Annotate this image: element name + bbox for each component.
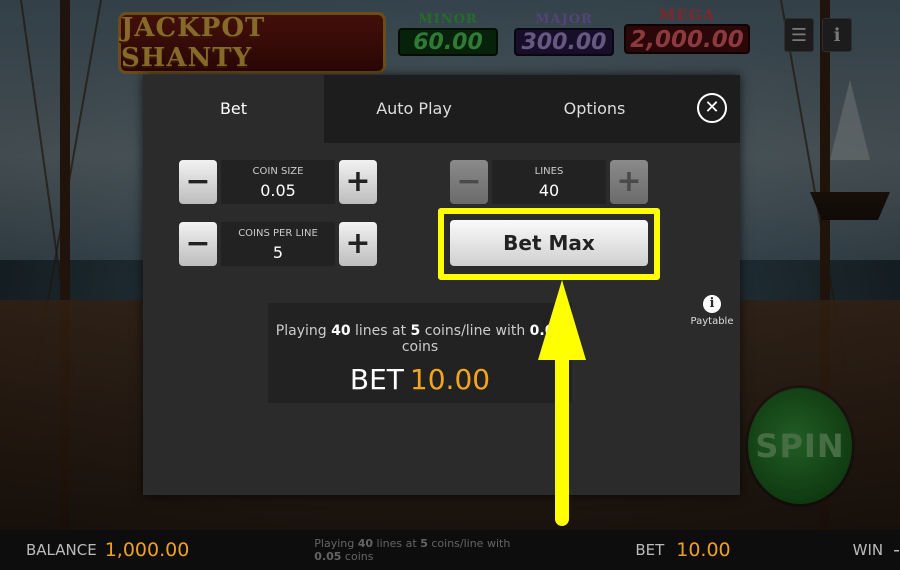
- paytable-button[interactable]: i Paytable: [689, 295, 735, 327]
- coins-per-line-display: COINS PER LINE 5: [221, 222, 335, 266]
- playing-info: Playing 40 lines at 5 coins/line with 0.…: [314, 537, 535, 563]
- bet-max-label: Bet Max: [503, 231, 595, 255]
- summary-prefix: Playing: [275, 323, 332, 339]
- bet-summary: Playing 40 lines at 5 coins/line with 0.…: [268, 303, 572, 403]
- bet-total: BET 10.00: [268, 363, 572, 396]
- summary-suffix: coins: [401, 339, 439, 355]
- bet-label: BET: [635, 541, 665, 559]
- plus-icon: +: [616, 164, 642, 199]
- balance-amount: 1,000.00: [104, 539, 190, 561]
- summary-mid1: lines at: [350, 323, 411, 339]
- lines-decrease-button[interactable]: −: [450, 160, 488, 204]
- coin-size-value: 0.05: [260, 181, 296, 200]
- playing-prefix: Playing: [314, 537, 358, 550]
- coins-per-line-label: COINS PER LINE: [238, 228, 318, 239]
- balance-label: BALANCE: [26, 541, 97, 559]
- close-dialog-button[interactable]: ✕: [697, 93, 727, 123]
- bet-settings-dialog: Bet Auto Play Options ✕ − COIN SIZE 0.05…: [143, 75, 740, 495]
- win-amount: -: [893, 539, 900, 561]
- tab-bet[interactable]: Bet: [143, 75, 324, 143]
- coin-size-label: COIN SIZE: [252, 166, 304, 177]
- bet-total-amount: 10.00: [409, 363, 491, 396]
- annotation-arrow-shaft: [555, 340, 569, 526]
- tab-options[interactable]: Options: [504, 75, 685, 143]
- coin-size-display: COIN SIZE 0.05: [221, 160, 335, 204]
- minus-icon: −: [185, 164, 211, 199]
- coin-size-increase-button[interactable]: +: [339, 160, 377, 204]
- plus-icon: +: [345, 164, 371, 199]
- win-label: WIN: [852, 541, 884, 559]
- summary-coins: 5: [410, 323, 421, 339]
- lines-label: LINES: [534, 166, 564, 177]
- minus-icon: −: [456, 164, 482, 199]
- playing-size: 0.05: [314, 550, 342, 563]
- plus-icon: +: [345, 226, 371, 261]
- playing-coins: 5: [420, 537, 428, 550]
- dialog-tabs: Bet Auto Play Options: [143, 75, 740, 143]
- playing-mid1: lines at: [373, 537, 421, 550]
- playing-suffix: coins: [341, 550, 374, 563]
- tab-auto-play[interactable]: Auto Play: [324, 75, 504, 143]
- lines-value: 40: [538, 181, 560, 200]
- coins-per-line-decrease-button[interactable]: −: [179, 222, 217, 266]
- summary-lines: 40: [331, 323, 351, 339]
- bet-amount: 10.00: [676, 539, 731, 561]
- coins-per-line-value: 5: [272, 243, 284, 262]
- info-circle-icon: i: [703, 295, 721, 313]
- coin-size-decrease-button[interactable]: −: [179, 160, 217, 204]
- lines-display: LINES 40: [492, 160, 606, 204]
- bet-total-label: BET: [349, 363, 404, 396]
- summary-mid2: coins/line with: [420, 323, 530, 339]
- playing-lines: 40: [357, 537, 374, 550]
- status-bar: BALANCE 1,000.00 Playing 40 lines at 5 c…: [0, 530, 900, 570]
- coins-per-line-increase-button[interactable]: +: [339, 222, 377, 266]
- minus-icon: −: [185, 226, 211, 261]
- bet-max-button[interactable]: Bet Max: [450, 220, 648, 266]
- close-icon: ✕: [704, 97, 720, 118]
- playing-mid2: coins/line with: [427, 537, 511, 550]
- paytable-label: Paytable: [690, 316, 734, 327]
- lines-increase-button[interactable]: +: [610, 160, 648, 204]
- bet-summary-text: Playing 40 lines at 5 coins/line with 0.…: [268, 323, 572, 355]
